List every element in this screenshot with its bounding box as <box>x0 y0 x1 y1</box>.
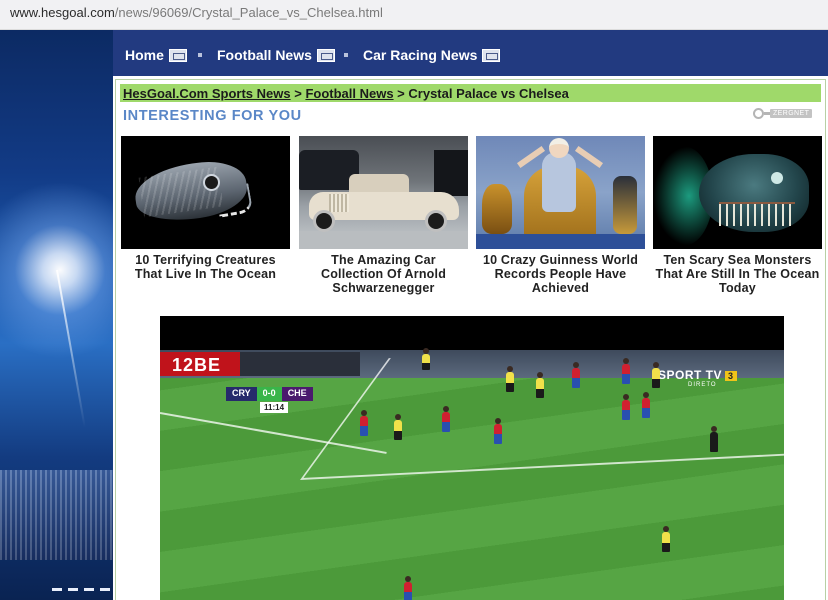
card-caption[interactable]: Ten Scary Sea Monsters That Are Still In… <box>653 253 822 295</box>
raised-arm <box>574 145 604 169</box>
nav-separator <box>344 53 348 57</box>
raised-arm <box>516 145 546 169</box>
advertising-board-text: 12BE <box>172 355 222 375</box>
carpet <box>476 234 645 249</box>
goalkeeper <box>422 348 430 370</box>
nav-football-news[interactable]: Football News <box>217 47 335 63</box>
sea-monster-eye <box>771 172 783 184</box>
player <box>652 362 660 388</box>
football-icon <box>316 48 335 62</box>
breadcrumb-football-news-link[interactable]: Football News <box>305 86 393 101</box>
breadcrumb-current: Crystal Palace vs Chelsea <box>408 86 569 101</box>
card-caption[interactable]: The Amazing Car Collection Of Arnold Sch… <box>299 253 468 295</box>
recommendations-heading: INTERESTING FOR YOU <box>123 108 302 124</box>
woman-head <box>549 138 569 158</box>
broadcaster-name: SPORT TV <box>658 368 723 382</box>
zergnet-badge[interactable]: ZERGNET <box>753 108 813 119</box>
nav-football-news-label: Football News <box>217 47 312 63</box>
broadcaster-logo: SPORT TV 3 <box>658 368 737 382</box>
away-team-code: CHE <box>281 387 313 401</box>
crowd-image <box>0 470 113 560</box>
sea-monster-teeth <box>719 202 795 226</box>
player <box>404 576 412 600</box>
player <box>572 362 580 388</box>
breadcrumb-home-link[interactable]: HesGoal.Com Sports News <box>123 86 291 101</box>
player <box>536 372 544 398</box>
scoreboard: CRY 0-0 CHE <box>226 387 313 401</box>
key-icon <box>753 108 764 119</box>
broadcaster-subtitle: DIRETO <box>688 382 717 388</box>
recommendation-card-sea-monsters[interactable]: Ten Scary Sea Monsters That Are Still In… <box>653 136 822 295</box>
home-team-code: CRY <box>226 387 257 401</box>
player <box>622 394 630 420</box>
breadcrumb-separator: > <box>393 86 409 101</box>
car-grill <box>329 194 349 212</box>
woman-on-throne-image[interactable] <box>476 136 645 249</box>
road <box>299 231 468 249</box>
decorative-dashes <box>52 588 112 591</box>
address-bar[interactable]: www.hesgoal.com/news/96069/Crystal_Palac… <box>0 0 828 30</box>
recommendation-card-creatures[interactable]: 10 Terrifying Creatures That Live In The… <box>121 136 290 281</box>
woman-figure <box>542 152 576 212</box>
breadcrumb-separator: > <box>290 86 306 101</box>
card-caption[interactable]: 10 Crazy Guinness World Records People H… <box>476 253 645 295</box>
player <box>622 358 630 384</box>
vintage-car-image[interactable] <box>299 136 468 249</box>
nav-car-racing-news[interactable]: Car Racing News <box>363 47 501 63</box>
player <box>360 410 368 436</box>
match-score: 0-0 <box>256 387 282 401</box>
url-path: /news/96069/Crystal_Palace_vs_Chelsea.ht… <box>114 5 383 20</box>
stadium-background-panel <box>0 30 113 600</box>
url-host: www.hesgoal.com <box>10 5 115 20</box>
card-caption[interactable]: 10 Terrifying Creatures That Live In The… <box>121 253 290 281</box>
car-wheel <box>313 210 335 232</box>
racing-icon <box>482 48 501 62</box>
golden-vase <box>482 184 512 234</box>
nav-separator <box>198 53 202 57</box>
recommendation-card-car-collection[interactable]: The Amazing Car Collection Of Arnold Sch… <box>299 136 468 295</box>
player <box>394 414 402 440</box>
fish-teeth <box>214 183 254 218</box>
deep-sea-fish-image[interactable] <box>121 136 290 249</box>
player <box>442 406 450 432</box>
channel-number: 3 <box>725 371 737 381</box>
nav-home-label: Home <box>125 47 164 63</box>
zergnet-label: ZERGNET <box>770 109 813 118</box>
nav-home[interactable]: Home <box>125 47 187 63</box>
sea-monster-image[interactable] <box>653 136 822 249</box>
main-navigation: Home Football News Car Racing News <box>113 30 828 76</box>
match-clock: 11:14 <box>260 402 289 413</box>
statue <box>613 176 637 234</box>
nav-car-racing-news-label: Car Racing News <box>363 47 478 63</box>
car-wheel <box>425 210 447 232</box>
player <box>662 526 670 552</box>
referee <box>710 426 718 452</box>
background-suv <box>434 150 468 196</box>
player <box>642 392 650 418</box>
home-icon <box>168 48 187 62</box>
player <box>506 366 514 392</box>
match-video-player[interactable]: 12BE CRY 0-0 CHE 11:14 SPORT TV 3 DIRETO <box>160 316 784 600</box>
recommendation-card-world-records[interactable]: 10 Crazy Guinness World Records People H… <box>476 136 645 295</box>
player <box>494 418 502 444</box>
breadcrumb: HesGoal.Com Sports News > Football News … <box>120 84 821 102</box>
